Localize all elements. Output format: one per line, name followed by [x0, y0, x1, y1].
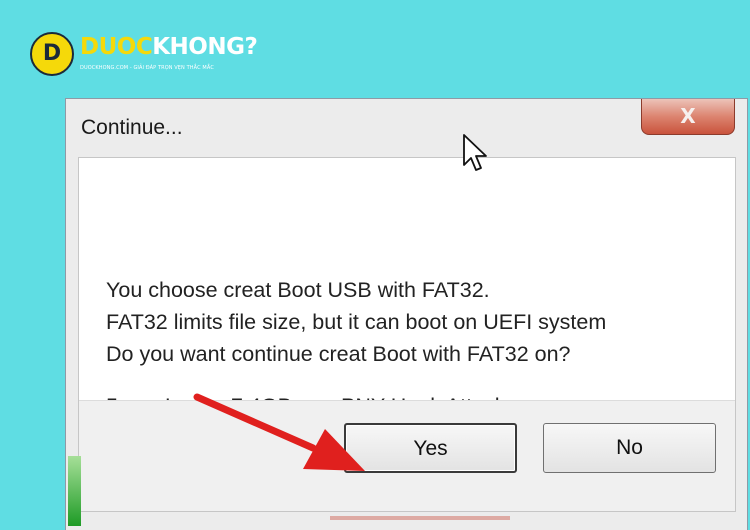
- logo-name-part2: KHONG?: [152, 34, 258, 60]
- close-button[interactable]: X: [641, 99, 735, 135]
- message-line-1: You choose creat Boot USB with FAT32.: [106, 278, 490, 302]
- message-line-3: Do you want continue creat Boot with FAT…: [106, 342, 571, 366]
- message-line-2: FAT32 limits file size, but it can boot …: [106, 310, 607, 334]
- logo-letter: D: [42, 41, 62, 66]
- logo-badge: D: [30, 32, 74, 76]
- dialog-title: Continue...: [81, 116, 183, 139]
- background-window-edge: [68, 456, 81, 526]
- button-bar: Yes No: [79, 400, 735, 511]
- logo-name: DUOCKHONG?: [80, 34, 258, 60]
- red-arrow-annotation: [193, 393, 365, 471]
- dialog-titlebar[interactable]: Continue... X: [66, 99, 747, 157]
- logo-name-part1: DUOC: [80, 34, 153, 60]
- dialog-content: You choose creat Boot USB with FAT32. FA…: [78, 157, 736, 512]
- continue-dialog: Continue... X You choose creat Boot USB …: [65, 98, 748, 530]
- no-button[interactable]: No: [543, 423, 716, 473]
- mouse-cursor-icon: [463, 134, 487, 171]
- background-window-edge-red: [330, 516, 510, 520]
- logo-tagline: DUOCKHONG.COM - GIẢI ĐÁP TRỌN VẸN THẮC M…: [80, 65, 214, 71]
